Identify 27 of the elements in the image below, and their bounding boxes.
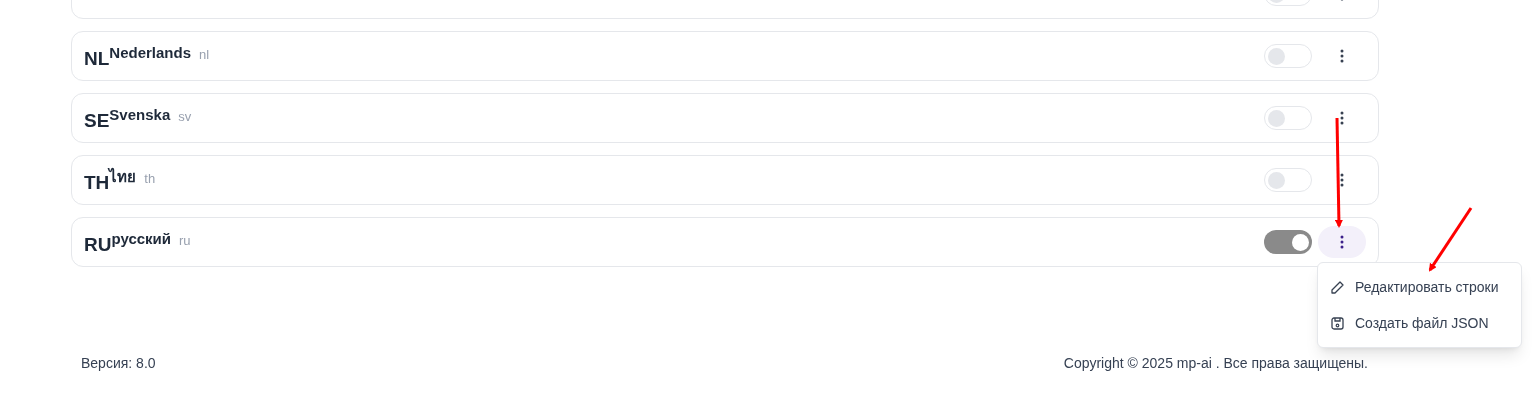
toggle-switch[interactable] <box>1264 230 1312 254</box>
more-options-button[interactable] <box>1318 226 1366 258</box>
version-text: Версия: 8.0 <box>81 354 156 373</box>
locale-code: th <box>144 171 156 185</box>
language-name: русский <box>111 230 172 246</box>
language-name: Nederlands <box>109 44 192 60</box>
annotation-arrow <box>1428 207 1473 272</box>
toggle-switch[interactable] <box>1264 168 1312 192</box>
country-code: NL <box>84 48 110 68</box>
country-code: TH <box>84 172 110 192</box>
kebab-icon <box>1340 173 1344 187</box>
country-code: RU <box>84 234 112 254</box>
menu-item[interactable]: Создать файл JSON <box>1318 305 1521 341</box>
menu-item[interactable]: Редактировать строки <box>1318 269 1521 305</box>
toggle-switch[interactable] <box>1264 106 1312 130</box>
pencil-icon <box>1330 279 1345 295</box>
toggle-switch[interactable] <box>1264 44 1312 68</box>
kebab-icon <box>1340 111 1344 125</box>
locale-code: ru <box>179 233 191 247</box>
kebab-icon <box>1340 49 1344 63</box>
copyright-text: Copyright © 2025 mp-ai . Все права защищены. <box>1063 354 1368 373</box>
language-name: Svenska <box>109 106 171 122</box>
country-code: SE <box>84 110 110 130</box>
language-name: ไทย <box>109 168 137 184</box>
locale-code: nl <box>199 47 210 61</box>
locale-code: sv <box>178 109 192 123</box>
kebab-icon <box>1340 235 1344 249</box>
